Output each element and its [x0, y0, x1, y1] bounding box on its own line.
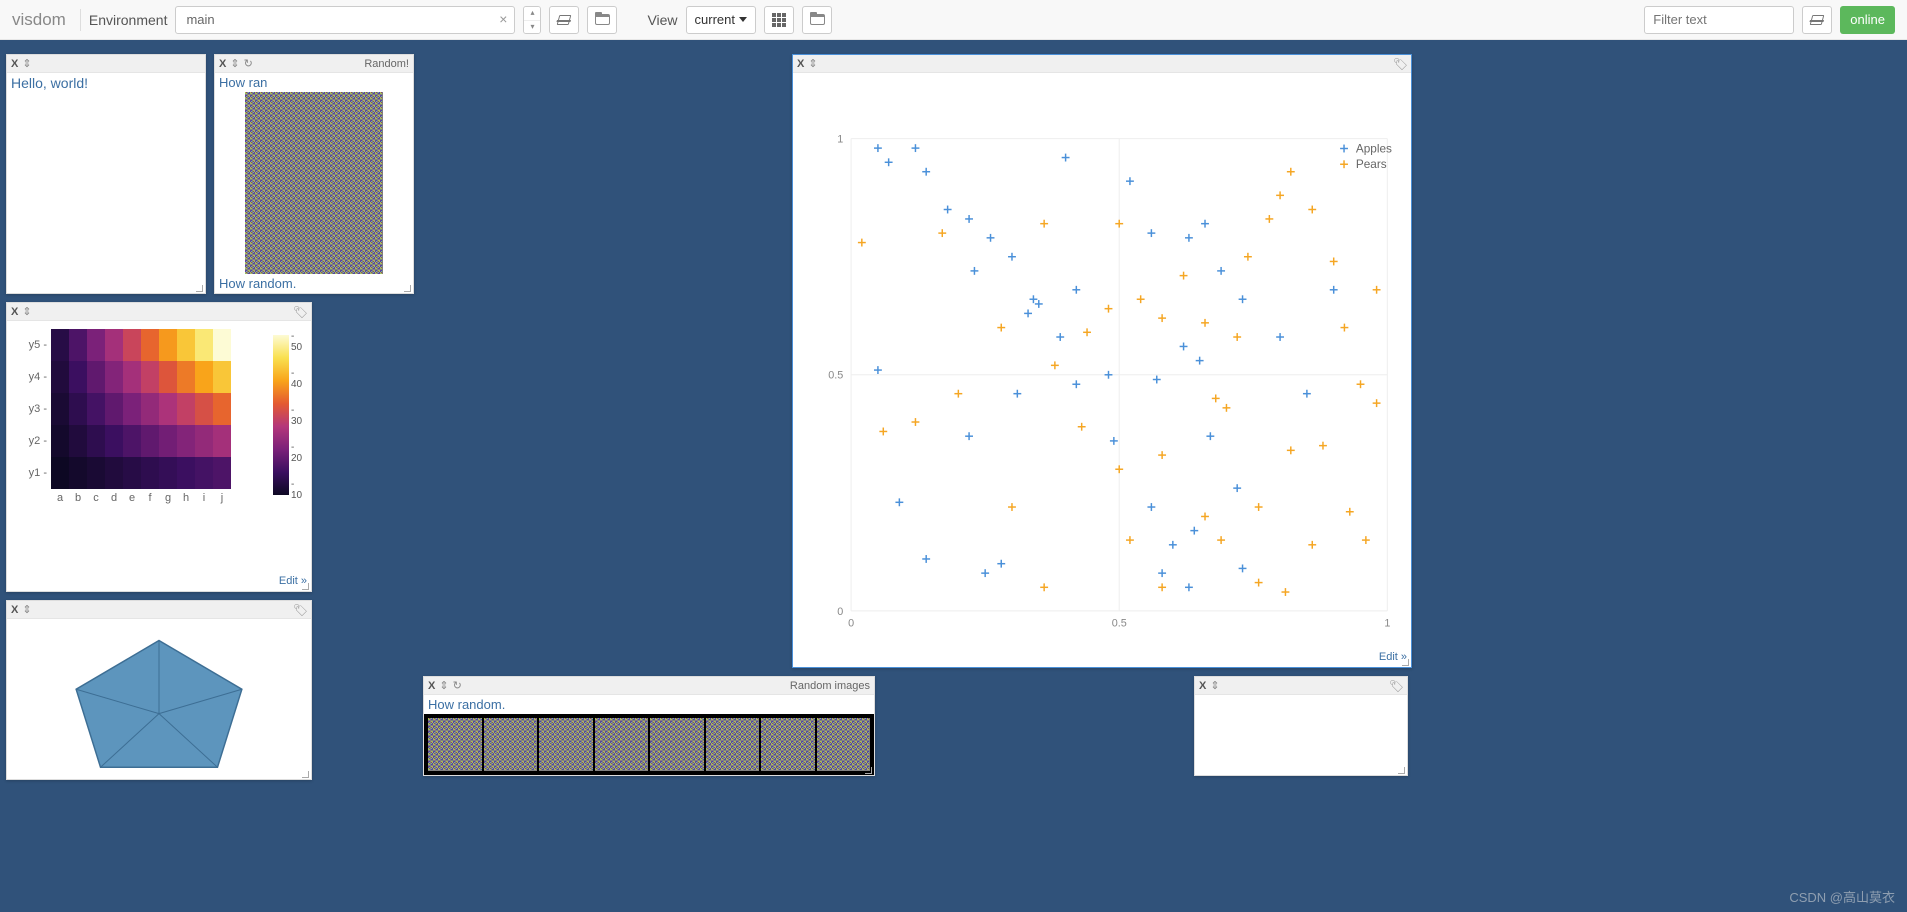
- resize-handle[interactable]: [301, 582, 309, 590]
- pin-icon[interactable]: ⇕: [230, 57, 239, 70]
- pin-icon[interactable]: ⇕: [22, 57, 31, 70]
- manage-envs-button[interactable]: [587, 6, 617, 34]
- manage-views-button[interactable]: [802, 6, 832, 34]
- text-content: Hello, world!: [11, 75, 201, 91]
- close-icon[interactable]: X: [11, 604, 18, 616]
- separator: [80, 9, 81, 31]
- stepper-up-icon[interactable]: ▴: [524, 7, 540, 20]
- pane-titlebar[interactable]: X ⇕: [7, 303, 311, 321]
- edit-link[interactable]: Edit »: [7, 575, 311, 591]
- brand-label: visdom: [12, 10, 66, 30]
- caret-down-icon: [739, 17, 747, 22]
- svg-text:Pears: Pears: [1356, 157, 1387, 171]
- close-icon[interactable]: X: [11, 306, 18, 318]
- reset-icon[interactable]: ↻: [453, 679, 462, 692]
- pane-scatter[interactable]: X ⇕ 🏷 0 0.5 1 0 0.5 1 Apples Pears Edit »: [792, 54, 1412, 668]
- pane-titlebar[interactable]: X ⇕ ↻ Random!: [215, 55, 413, 73]
- env-stepper[interactable]: ▴ ▾: [523, 6, 541, 34]
- pane-title: Random!: [257, 58, 409, 70]
- svg-text:0.5: 0.5: [1112, 618, 1127, 630]
- folder-open-icon: [595, 14, 610, 25]
- colorbar: [273, 335, 289, 495]
- view-value: current: [695, 12, 735, 27]
- top-toolbar: visdom Environment × ▴ ▾ View current on…: [0, 0, 1907, 40]
- close-icon[interactable]: X: [797, 58, 804, 70]
- pane-title: Random images: [466, 680, 870, 692]
- close-icon[interactable]: X: [1199, 680, 1206, 692]
- tag-icon[interactable]: 🏷: [1393, 57, 1408, 71]
- pin-icon[interactable]: ⇕: [808, 57, 817, 70]
- caption-top: How ran: [215, 73, 413, 92]
- pane-titlebar[interactable]: X ⇕: [7, 55, 205, 73]
- reset-icon[interactable]: ↻: [244, 57, 253, 70]
- resize-handle[interactable]: [403, 284, 411, 292]
- close-icon[interactable]: X: [428, 680, 435, 692]
- scatter-chart: 0 0.5 1 0 0.5 1 Apples Pears: [797, 75, 1407, 649]
- caption-bottom: How random.: [215, 274, 413, 293]
- pin-icon[interactable]: ⇕: [439, 679, 448, 692]
- stepper-down-icon[interactable]: ▾: [524, 20, 540, 33]
- pane-image-random[interactable]: X ⇕ ↻ Random! How ran How random.: [214, 54, 414, 294]
- noise-image: [245, 92, 383, 274]
- env-label: Environment: [89, 12, 168, 28]
- connection-status[interactable]: online: [1840, 6, 1895, 34]
- pane-titlebar[interactable]: X ⇕: [1195, 677, 1407, 695]
- view-select[interactable]: current: [686, 6, 756, 34]
- pin-icon[interactable]: ⇕: [1210, 679, 1219, 692]
- filter-input[interactable]: [1644, 6, 1794, 34]
- eraser-icon: [557, 15, 572, 25]
- pane-titlebar[interactable]: X ⇕: [7, 601, 311, 619]
- svg-text:Apples: Apples: [1356, 141, 1392, 155]
- dashboard-canvas: X ⇕ Hello, world! X ⇕ ↻ Random! How ran …: [0, 40, 1907, 912]
- tag-icon[interactable]: 🏷: [293, 603, 308, 617]
- resize-handle[interactable]: [1397, 766, 1405, 774]
- edit-link[interactable]: Edit »: [793, 651, 1411, 667]
- pane-small[interactable]: X ⇕ 🏷: [1194, 676, 1408, 776]
- caption: How random.: [424, 695, 874, 714]
- pane-text-hello[interactable]: X ⇕ Hello, world!: [6, 54, 206, 294]
- polygon-chart: [11, 621, 307, 777]
- pin-icon[interactable]: ⇕: [22, 305, 31, 318]
- clear-button[interactable]: [549, 6, 579, 34]
- clear-filter-button[interactable]: [1802, 6, 1832, 34]
- resize-handle[interactable]: [195, 284, 203, 292]
- heatmap-chart: y5 -y4 -y3 -y2 -y1 -abcdefghij - 50- 40-…: [11, 323, 307, 573]
- close-icon[interactable]: X: [219, 58, 226, 70]
- svg-text:0: 0: [837, 606, 843, 618]
- tag-icon[interactable]: 🏷: [1389, 679, 1404, 693]
- resize-handle[interactable]: [864, 766, 872, 774]
- resize-handle[interactable]: [301, 770, 309, 778]
- svg-text:1: 1: [1384, 618, 1390, 630]
- resize-handle[interactable]: [1401, 658, 1409, 666]
- folder-open-icon: [810, 14, 825, 25]
- noise-strip: [424, 714, 874, 775]
- pane-heatmap[interactable]: X ⇕ 🏷 y5 -y4 -y3 -y2 -y1 -abcdefghij - 5…: [6, 302, 312, 592]
- close-icon[interactable]: X: [11, 58, 18, 70]
- view-label: View: [647, 12, 677, 28]
- repack-button[interactable]: [764, 6, 794, 34]
- pin-icon[interactable]: ⇕: [22, 603, 31, 616]
- env-select[interactable]: ×: [175, 6, 515, 34]
- tag-icon[interactable]: 🏷: [293, 305, 308, 319]
- env-input[interactable]: [175, 6, 515, 34]
- clear-env-icon[interactable]: ×: [499, 11, 507, 27]
- pane-titlebar[interactable]: X ⇕ ↻ Random images: [424, 677, 874, 695]
- svg-text:0.5: 0.5: [828, 370, 843, 382]
- pane-titlebar[interactable]: X ⇕: [793, 55, 1411, 73]
- svg-text:1: 1: [837, 134, 843, 146]
- pane-random-images[interactable]: X ⇕ ↻ Random images How random.: [423, 676, 875, 776]
- pane-polygon[interactable]: X ⇕ 🏷: [6, 600, 312, 780]
- grid-icon: [772, 13, 786, 27]
- svg-text:0: 0: [848, 618, 854, 630]
- eraser-icon: [1810, 15, 1825, 25]
